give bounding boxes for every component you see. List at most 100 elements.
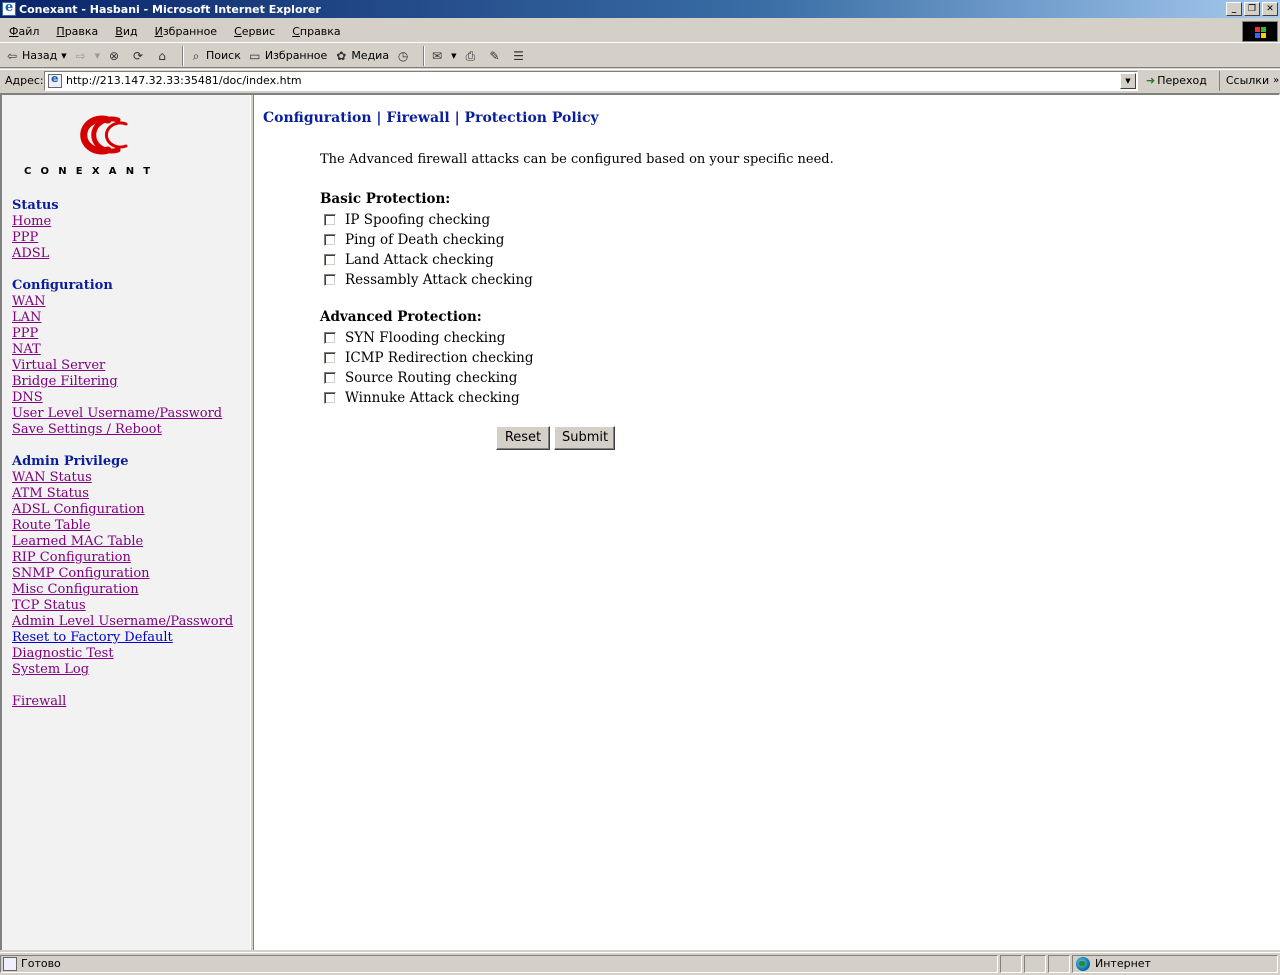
home-icon: ⌂ xyxy=(158,48,166,63)
nav-bridge-filtering[interactable]: Bridge Filtering xyxy=(12,374,233,390)
nav-user-level-password[interactable]: User Level Username/Password xyxy=(12,406,233,422)
ressambly-attack-checkbox[interactable] xyxy=(324,274,336,286)
submit-button[interactable]: Submit xyxy=(554,426,615,450)
print-icon: ⎙ xyxy=(465,48,476,63)
refresh-button[interactable]: ⟳ xyxy=(130,48,148,64)
ip-spoofing-checkbox[interactable] xyxy=(324,214,336,226)
syn-flooding-label: SYN Flooding checking xyxy=(345,330,506,346)
winnuke-attack-checkbox[interactable] xyxy=(324,392,336,404)
links-button[interactable]: Ссылки xyxy=(1218,70,1269,91)
home-button[interactable]: ⌂ xyxy=(154,48,172,64)
stop-icon: ⊗ xyxy=(108,48,120,63)
back-arrow-icon: ⇦ xyxy=(6,48,18,63)
restore-button[interactable]: ❐ xyxy=(1244,2,1260,16)
stop-button[interactable]: ⊗ xyxy=(106,48,124,64)
nav-status-ppp[interactable]: PPP xyxy=(12,230,233,246)
print-button[interactable]: ⎙ xyxy=(462,48,480,64)
nav-rip-configuration[interactable]: RIP Configuration xyxy=(12,550,233,566)
edit-button[interactable]: ✎ xyxy=(486,48,504,64)
navigation-frame: CONEXANT Status Home PPP ADSL Configurat… xyxy=(2,95,250,950)
source-routing-checkbox[interactable] xyxy=(324,372,336,384)
winnuke-attack-label: Winnuke Attack checking xyxy=(345,390,520,406)
nav-config-ppp[interactable]: PPP xyxy=(12,326,233,342)
nav-adsl[interactable]: ADSL xyxy=(12,246,233,262)
nav-adsl-configuration[interactable]: ADSL Configuration xyxy=(12,502,233,518)
nav-admin-level-password[interactable]: Admin Level Username/Password xyxy=(12,614,233,630)
search-button[interactable]: ⌕ Поиск xyxy=(188,48,241,64)
mail-icon: ✉ xyxy=(432,48,443,63)
intro-text: The Advanced firewall attacks can be con… xyxy=(320,152,834,167)
nav-learned-mac-table[interactable]: Learned MAC Table xyxy=(12,534,233,550)
status-bar: Готово Интернет xyxy=(0,952,1280,974)
links-more-icon[interactable]: » xyxy=(1273,75,1279,86)
syn-flooding-checkbox[interactable] xyxy=(324,332,336,344)
go-button[interactable]: ➜ Переход xyxy=(1146,74,1207,87)
nav-diagnostic-test[interactable]: Diagnostic Test xyxy=(12,646,233,662)
menu-help[interactable]: Справка xyxy=(283,25,348,38)
favorites-label: Избранное xyxy=(264,49,328,62)
mail-button[interactable]: ✉ ▼ xyxy=(429,48,456,64)
land-attack-checkbox[interactable] xyxy=(324,254,336,266)
menu-view[interactable]: Вид xyxy=(106,25,145,38)
reset-button[interactable]: Reset xyxy=(496,426,550,450)
nav-home[interactable]: Home xyxy=(12,214,233,230)
nav-snmp-configuration[interactable]: SNMP Configuration xyxy=(12,566,233,582)
winnuke-attack-option[interactable]: Winnuke Attack checking xyxy=(324,388,520,408)
menu-file[interactable]: Файл xyxy=(0,25,47,38)
icmp-redirection-option[interactable]: ICMP Redirection checking xyxy=(324,348,533,368)
land-attack-option[interactable]: Land Attack checking xyxy=(324,250,494,270)
nav-wan-status[interactable]: WAN Status xyxy=(12,470,233,486)
nav-atm-status[interactable]: ATM Status xyxy=(12,486,233,502)
nav-wan[interactable]: WAN xyxy=(12,294,233,310)
history-icon: ◷ xyxy=(397,48,409,63)
nav-lan[interactable]: LAN xyxy=(12,310,233,326)
conexant-logo-icon xyxy=(80,115,128,155)
source-routing-option[interactable]: Source Routing checking xyxy=(324,368,517,388)
history-button[interactable]: ◷ xyxy=(395,48,413,64)
favorites-button[interactable]: ▭ Избранное xyxy=(247,48,327,64)
status-main: Готово xyxy=(0,954,998,973)
icmp-redirection-checkbox[interactable] xyxy=(324,352,336,364)
browser-content: CONEXANT Status Home PPP ADSL Configurat… xyxy=(0,93,1280,950)
nav-tcp-status[interactable]: TCP Status xyxy=(12,598,233,614)
discuss-icon: ☰ xyxy=(513,48,524,63)
go-label: Переход xyxy=(1157,74,1207,87)
ping-of-death-option[interactable]: Ping of Death checking xyxy=(324,230,504,250)
toolbar: ⇦ Назад ▼ ⇨ ▼ ⊗ ⟳ ⌂ ⌕ Поиск ▭ Избранное … xyxy=(0,44,1280,68)
nav-virtual-server[interactable]: Virtual Server xyxy=(12,358,233,374)
address-input[interactable] xyxy=(66,74,1120,87)
minimize-button[interactable]: _ xyxy=(1226,2,1242,16)
menu-edit[interactable]: Правка xyxy=(47,25,106,38)
menu-favorites[interactable]: Избранное xyxy=(146,25,225,38)
conexant-logo: CONEXANT xyxy=(24,110,184,180)
nav-dns[interactable]: DNS xyxy=(12,390,233,406)
menu-tools[interactable]: Сервис xyxy=(225,25,283,38)
toolbar-separator xyxy=(182,45,184,66)
close-button[interactable]: ✕ xyxy=(1262,2,1278,16)
chevron-down-icon[interactable]: ▼ xyxy=(61,52,66,60)
nav-route-table[interactable]: Route Table xyxy=(12,518,233,534)
icmp-redirection-label: ICMP Redirection checking xyxy=(345,350,534,366)
nav-reset-factory-default[interactable]: Reset to Factory Default xyxy=(12,630,233,646)
media-button[interactable]: ✿ Медиа xyxy=(333,48,389,64)
address-dropdown-icon[interactable]: ▼ xyxy=(1120,72,1136,89)
syn-flooding-option[interactable]: SYN Flooding checking xyxy=(324,328,505,348)
ip-spoofing-label: IP Spoofing checking xyxy=(345,212,491,228)
status-extra xyxy=(1048,954,1070,973)
back-button[interactable]: ⇦ Назад ▼ xyxy=(4,48,67,64)
forward-button[interactable]: ⇨ ▼ xyxy=(73,48,100,64)
ping-of-death-checkbox[interactable] xyxy=(324,234,336,246)
nav-nat[interactable]: NAT xyxy=(12,342,233,358)
chevron-down-icon[interactable]: ▼ xyxy=(95,52,100,60)
discuss-button[interactable]: ☰ xyxy=(510,48,528,64)
nav-firewall[interactable]: Firewall xyxy=(12,694,233,710)
internet-globe-icon xyxy=(1076,956,1090,971)
nav-save-reboot[interactable]: Save Settings / Reboot xyxy=(12,422,233,438)
toolbar-separator xyxy=(423,45,426,66)
nav-system-log[interactable]: System Log xyxy=(12,662,233,678)
status-text: Готово xyxy=(21,957,61,970)
chevron-down-icon[interactable]: ▼ xyxy=(451,52,456,60)
ip-spoofing-option[interactable]: IP Spoofing checking xyxy=(324,210,490,230)
ressambly-attack-option[interactable]: Ressambly Attack checking xyxy=(324,270,533,290)
nav-misc-configuration[interactable]: Misc Configuration xyxy=(12,582,233,598)
